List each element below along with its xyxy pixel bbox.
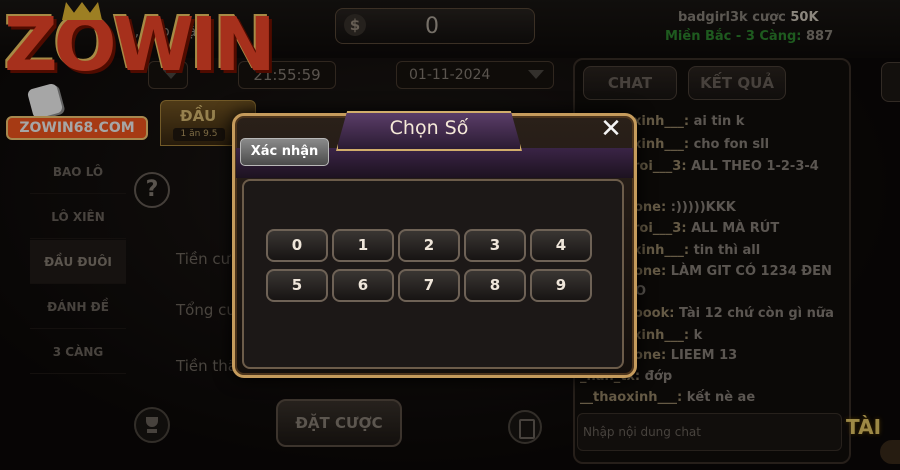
number-grid: 0 1 2 3 4 5 6 7 8 9 bbox=[266, 229, 598, 302]
number-button-6[interactable]: 6 bbox=[332, 269, 394, 302]
number-button-3[interactable]: 3 bbox=[464, 229, 526, 262]
number-button-2[interactable]: 2 bbox=[398, 229, 460, 262]
number-button-8[interactable]: 8 bbox=[464, 269, 526, 302]
confirm-button[interactable]: Xác nhận bbox=[240, 138, 329, 166]
number-button-5[interactable]: 5 bbox=[266, 269, 328, 302]
number-button-4[interactable]: 4 bbox=[530, 229, 592, 262]
number-button-9[interactable]: 9 bbox=[530, 269, 592, 302]
dialog-title: Chọn Số bbox=[389, 117, 469, 139]
close-icon[interactable]: ✕ bbox=[598, 116, 624, 142]
number-button-7[interactable]: 7 bbox=[398, 269, 460, 302]
number-button-1[interactable]: 1 bbox=[332, 229, 394, 262]
number-button-0[interactable]: 0 bbox=[266, 229, 328, 262]
